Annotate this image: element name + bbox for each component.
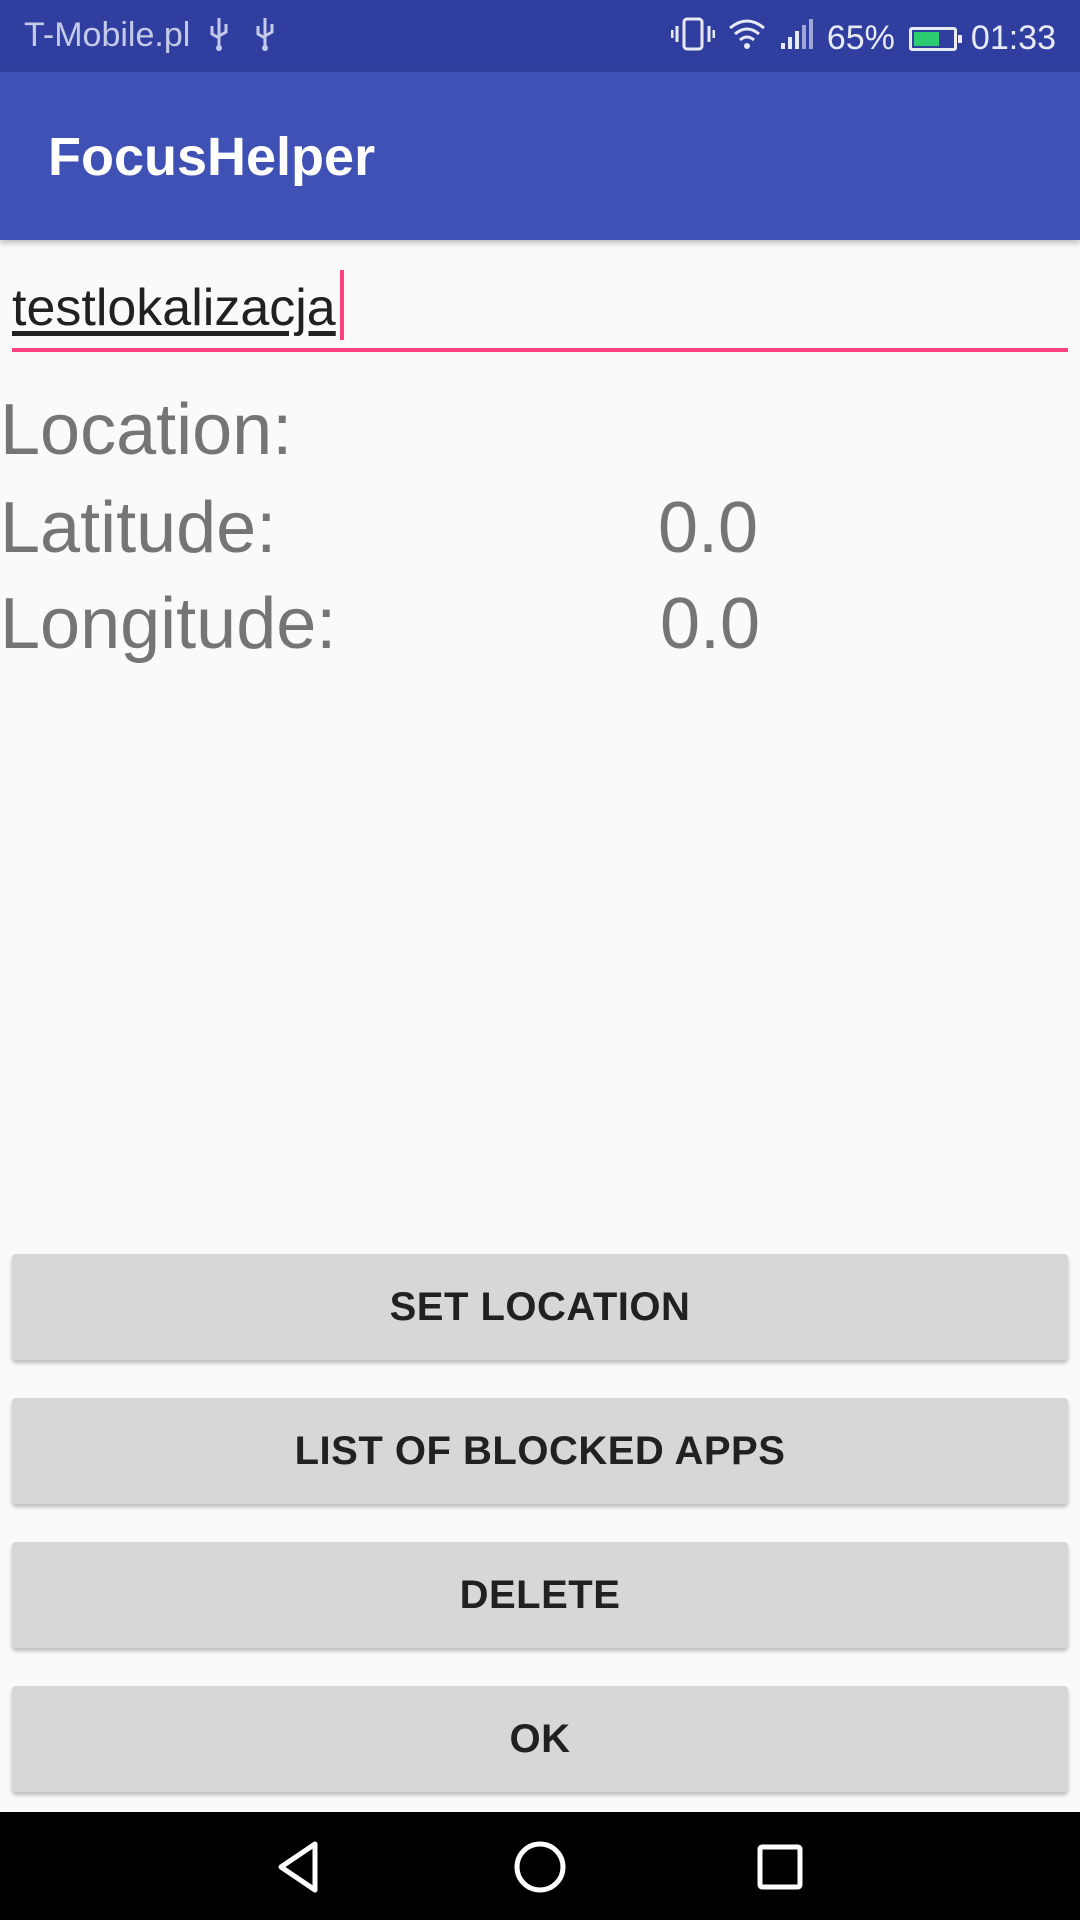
location-label: Location:: [0, 390, 293, 470]
latitude-value: 0.0: [658, 488, 759, 568]
app-bar: FocusHelper: [0, 72, 1080, 240]
latitude-label: Latitude:: [0, 488, 277, 568]
carrier-name: T-Mobile.pl: [24, 16, 191, 54]
status-bar: T-Mobile.pl 65% 01:33: [0, 0, 1080, 72]
longitude-value: 0.0: [660, 584, 761, 664]
battery-icon: [908, 26, 962, 51]
ok-button[interactable]: OK: [12, 1686, 1068, 1792]
text-cursor: [340, 270, 344, 340]
name-input-value[interactable]: testlokalizacja: [12, 278, 336, 338]
navigation-bar: [0, 1812, 1080, 1920]
list-blocked-apps-button[interactable]: LIST OF BLOCKED APPS: [12, 1398, 1068, 1504]
recents-icon[interactable]: [745, 1832, 815, 1902]
longitude-label: Longitude:: [0, 584, 337, 664]
name-input[interactable]: testlokalizacja: [12, 262, 1068, 352]
delete-button[interactable]: DELETE: [12, 1542, 1068, 1648]
wifi-icon: [727, 16, 767, 61]
back-icon[interactable]: [265, 1832, 335, 1902]
clock: 01:33: [970, 19, 1056, 57]
app-title: FocusHelper: [48, 127, 376, 187]
battery-level-fill: [913, 31, 939, 46]
battery-percent: 65%: [826, 19, 895, 57]
input-underline: [12, 348, 1068, 352]
status-right: 65% 01:33: [670, 16, 1056, 61]
usb-icon: [250, 14, 280, 63]
home-icon[interactable]: [505, 1832, 575, 1902]
vibrate-icon: [670, 16, 716, 61]
signal-icon: [779, 17, 815, 60]
usb-icon: [204, 14, 234, 63]
set-location-button[interactable]: SET LOCATION: [12, 1254, 1068, 1360]
